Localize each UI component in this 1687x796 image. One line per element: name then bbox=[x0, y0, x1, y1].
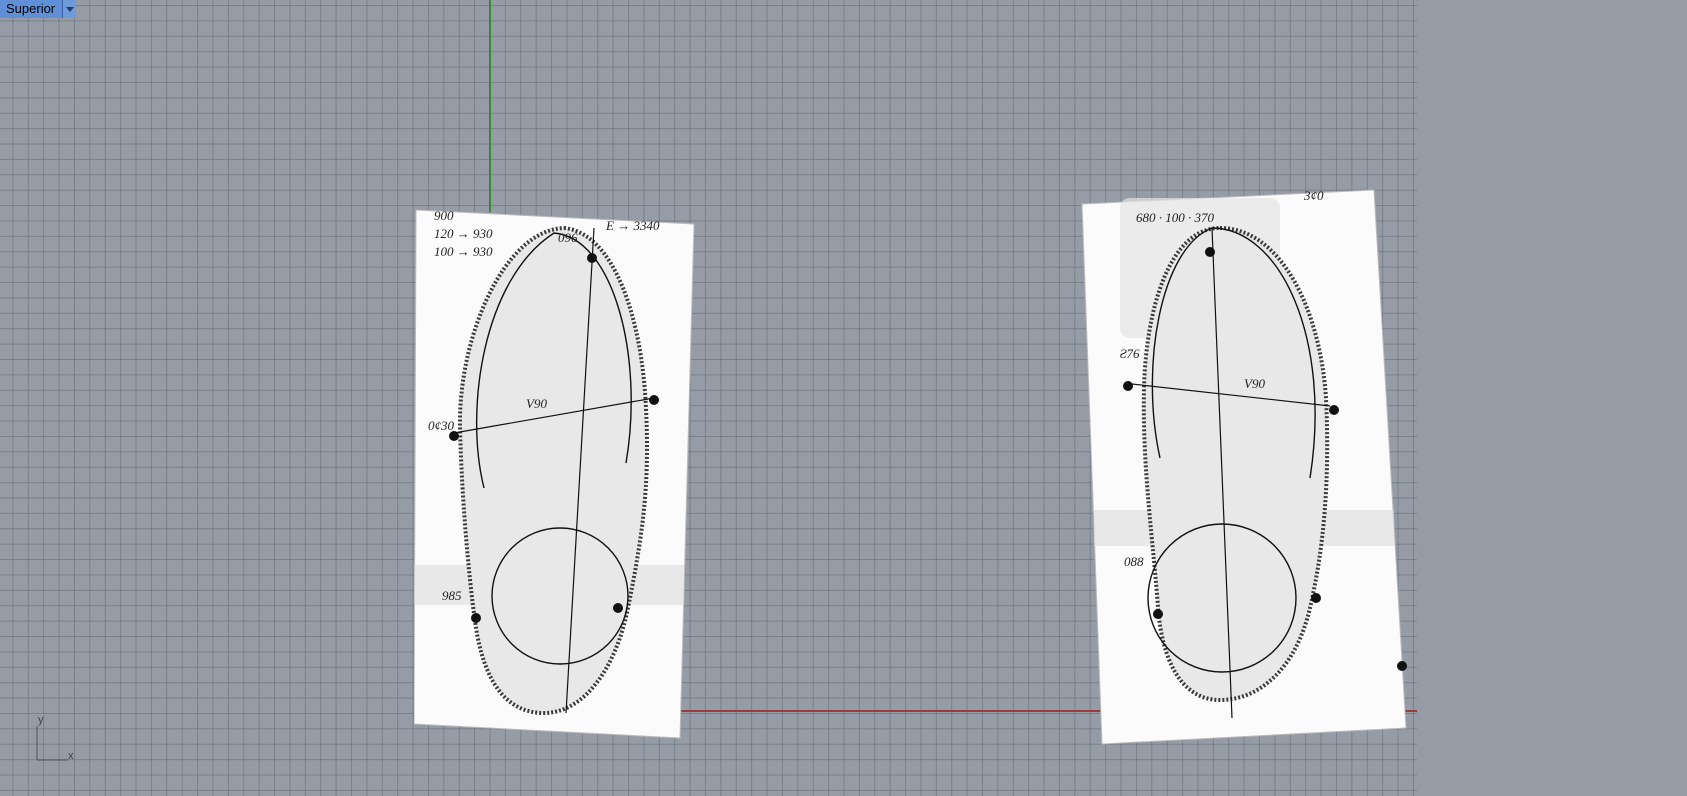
right-foot-scan-image[interactable]: 680 · 100 · 370 3¢0 Ƨ76 V90 088 bbox=[1080, 188, 1410, 746]
viewport-title-tab[interactable]: Superior bbox=[0, 0, 76, 18]
left-note-6: V90 bbox=[526, 396, 547, 411]
right-note-2: 3¢0 bbox=[1303, 188, 1324, 203]
right-note-5: 088 bbox=[1124, 554, 1144, 569]
left-note-2: 120 → 930 bbox=[434, 226, 493, 241]
viewport-menu-dropdown[interactable] bbox=[63, 0, 76, 18]
viewport-title[interactable]: Superior bbox=[0, 0, 63, 18]
viewport-canvas[interactable]: 900 120 → 930 100 → 930 096 E → 3340 V90… bbox=[0, 0, 1417, 796]
y-axis-line bbox=[489, 0, 491, 212]
left-note-4: 096 bbox=[558, 230, 578, 245]
left-note-8: 985 bbox=[442, 588, 462, 603]
left-foot-scan-image[interactable]: 900 120 → 930 100 → 930 096 E → 3340 V90… bbox=[414, 208, 696, 740]
chevron-down-icon bbox=[65, 6, 74, 12]
right-empty-panel bbox=[1417, 0, 1687, 796]
right-note-4: V90 bbox=[1244, 376, 1265, 391]
axes-indicator: y x bbox=[30, 714, 80, 766]
right-note-3: Ƨ76 bbox=[1120, 346, 1140, 361]
left-note-1: 900 bbox=[434, 208, 454, 223]
left-note-7: 0¢30 bbox=[428, 418, 455, 433]
axis-x-label: x bbox=[68, 750, 74, 762]
axis-y-label: y bbox=[38, 714, 44, 726]
left-note-5: E → 3340 bbox=[605, 218, 660, 233]
right-note-1: 680 · 100 · 370 bbox=[1136, 210, 1215, 225]
left-note-3: 100 → 930 bbox=[434, 244, 493, 259]
